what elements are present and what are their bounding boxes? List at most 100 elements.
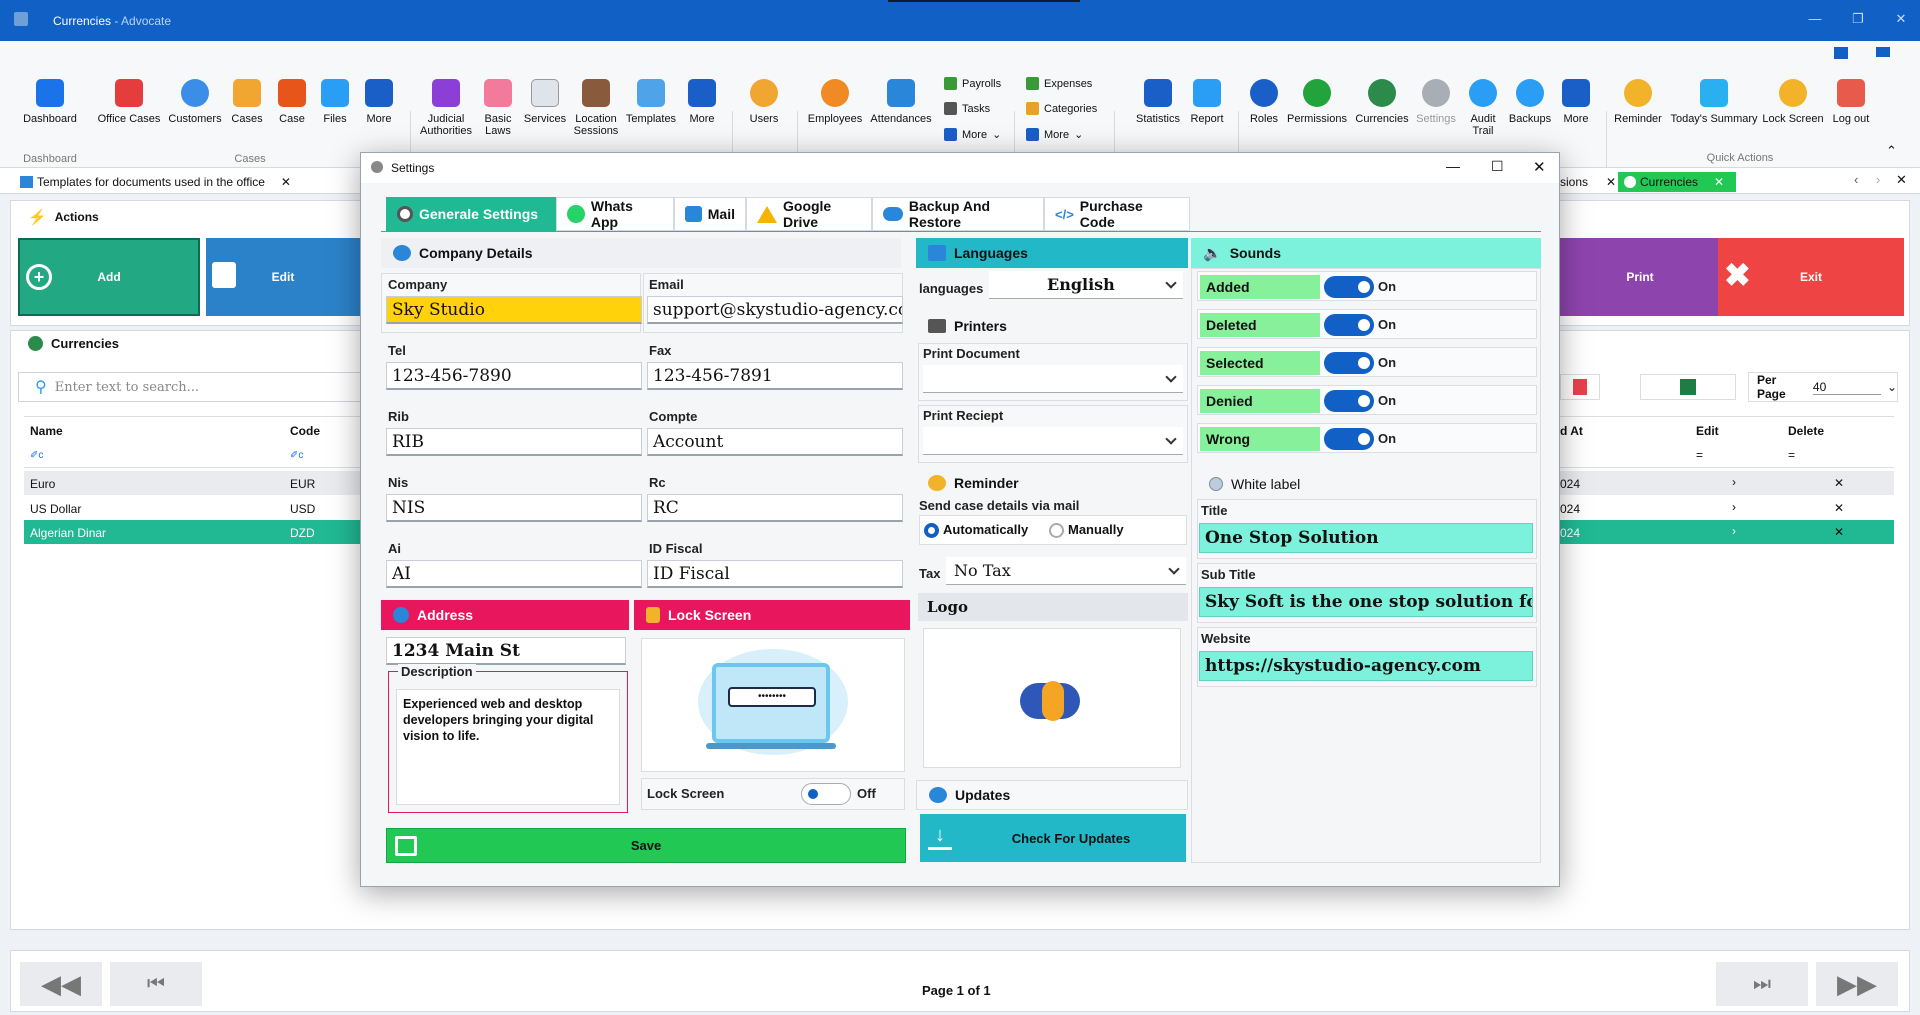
lock-screen-toggle[interactable] <box>801 783 851 805</box>
categories-button[interactable]: Categories <box>1026 102 1097 115</box>
expenses-button[interactable]: Expenses <box>1026 77 1092 90</box>
wl-title-input[interactable]: One Stop Solution <box>1199 523 1533 553</box>
column-delete[interactable]: Delete <box>1788 424 1824 438</box>
lock-screen-button[interactable]: Lock Screen <box>1762 79 1824 125</box>
case-button[interactable]: Case <box>272 79 312 125</box>
basic-laws-button[interactable]: Basic Laws <box>478 79 518 137</box>
search-input[interactable]: Enter text to search... <box>55 380 199 395</box>
close-icon[interactable]: ✕ <box>281 175 291 189</box>
maximize-icon[interactable]: ☐ <box>1491 158 1504 175</box>
tel-input[interactable]: 123-456-7890 <box>386 362 642 390</box>
address-input[interactable]: 1234 Main St <box>386 637 626 665</box>
roles-button[interactable]: Roles <box>1246 79 1282 125</box>
tab-sessions[interactable]: sions ✕ <box>1560 172 1616 192</box>
close-all-icon[interactable]: ✕ <box>1896 172 1907 188</box>
permissions-button[interactable]: Permissions <box>1286 79 1348 125</box>
exit-button[interactable]: ✖ Exit <box>1718 238 1904 316</box>
templates-button[interactable]: Templates <box>624 79 678 125</box>
radio-automatically[interactable]: Automatically <box>924 522 1028 539</box>
per-page-value[interactable]: 40 <box>1812 380 1881 395</box>
email-input[interactable]: support@skystudio-agency.com <box>647 296 903 324</box>
more-button-4[interactable]: More ⌄ <box>1026 128 1083 141</box>
logo-preview[interactable] <box>923 628 1181 768</box>
filter-equals-icon[interactable]: = <box>1788 448 1795 462</box>
filter-icon[interactable]: ✐c <box>30 450 43 461</box>
delete-row-icon[interactable]: ✕ <box>1834 476 1844 490</box>
statistics-button[interactable]: Statistics <box>1132 79 1184 125</box>
services-button[interactable]: Services <box>520 79 570 125</box>
sound-toggle[interactable] <box>1324 352 1374 374</box>
fax-input[interactable]: 123-456-7891 <box>647 362 903 390</box>
tab-mail[interactable]: Mail <box>674 197 746 231</box>
tabs-next-icon[interactable]: › <box>1876 172 1880 187</box>
judicial-button[interactable]: Judicial Authorities <box>418 79 474 137</box>
print-receipt-select[interactable] <box>923 427 1183 455</box>
edit-row-icon[interactable]: › <box>1732 524 1736 538</box>
customers-button[interactable]: Customers <box>165 79 225 125</box>
logout-button[interactable]: Log out <box>1826 79 1876 125</box>
currencies-button[interactable]: Currencies <box>1352 79 1412 125</box>
more-button-5[interactable]: More <box>1556 79 1596 125</box>
per-page-select[interactable]: Per Page 40 ⌄ <box>1748 372 1898 402</box>
sound-toggle[interactable] <box>1324 390 1374 412</box>
minimize-icon[interactable]: — <box>1800 11 1830 26</box>
audit-trail-button[interactable]: Audit Trail <box>1462 79 1504 137</box>
check-for-updates-button[interactable]: ↓ Check For Updates <box>920 814 1186 862</box>
delete-row-icon[interactable]: ✕ <box>1834 501 1844 515</box>
settings-button[interactable]: Settings <box>1414 79 1458 125</box>
attendances-button[interactable]: Attendances <box>868 79 934 125</box>
first-page-button[interactable]: ◀◀ <box>20 962 102 1006</box>
more-button-1[interactable]: More <box>360 79 398 125</box>
save-button[interactable]: Save <box>386 828 906 863</box>
compte-input[interactable]: Account <box>647 428 903 456</box>
print-document-select[interactable] <box>923 365 1183 393</box>
excel-export-button[interactable] <box>1640 374 1736 400</box>
company-input[interactable]: Sky Studio <box>386 296 642 324</box>
column-name[interactable]: Name <box>30 424 63 438</box>
tabs-prev-icon[interactable]: ‹ <box>1854 172 1858 187</box>
edit-row-icon[interactable]: › <box>1732 475 1736 489</box>
location-sessions-button[interactable]: Location Sessions <box>570 79 622 137</box>
column-code[interactable]: Code <box>290 424 320 438</box>
backups-button[interactable]: Backups <box>1506 79 1554 125</box>
rib-input[interactable]: RIB <box>386 428 642 456</box>
dashboard-button[interactable]: Dashboard <box>18 79 82 125</box>
wl-website-input[interactable]: https://skystudio-agency.com <box>1199 651 1533 681</box>
language-select[interactable]: English <box>989 271 1183 299</box>
more-button-2[interactable]: More <box>682 79 722 125</box>
last-page-button[interactable]: ▶▶ <box>1816 962 1898 1006</box>
edit-row-icon[interactable]: › <box>1732 500 1736 514</box>
users-button[interactable]: Users <box>744 79 784 125</box>
search-box[interactable]: ⚲ Enter text to search... <box>18 372 362 402</box>
tab-templates[interactable]: Templates for documents used in the offi… <box>20 172 330 192</box>
office-cases-button[interactable]: Office Cases <box>95 79 163 125</box>
tax-select[interactable]: No Tax <box>946 557 1186 585</box>
files-button[interactable]: Files <box>316 79 354 125</box>
prev-page-button[interactable]: ⏮ <box>110 962 202 1006</box>
tab-whatsapp[interactable]: Whats App <box>556 197 674 231</box>
minimize-icon[interactable]: — <box>1446 158 1460 174</box>
sound-toggle[interactable] <box>1324 428 1374 450</box>
payrolls-button[interactable]: Payrolls <box>944 77 1001 90</box>
tab-backup-restore[interactable]: Backup And Restore <box>872 197 1044 231</box>
more-button-3[interactable]: More ⌄ <box>944 128 1001 141</box>
sound-toggle[interactable] <box>1324 276 1374 298</box>
nis-input[interactable]: NIS <box>386 494 642 522</box>
restore-icon[interactable]: ❐ <box>1843 11 1873 27</box>
tab-generale-settings[interactable]: Generale Settings <box>386 197 556 231</box>
radio-manually[interactable]: Manually <box>1049 522 1124 539</box>
filter-equals-icon[interactable]: = <box>1696 448 1703 462</box>
tasks-button[interactable]: Tasks <box>944 102 990 115</box>
edit-button[interactable]: Edit <box>206 238 360 316</box>
rc-input[interactable]: RC <box>647 494 903 522</box>
todays-summary-button[interactable]: Today's Summary <box>1668 79 1760 125</box>
theme-icon[interactable] <box>1876 47 1890 57</box>
delete-row-icon[interactable]: ✕ <box>1834 525 1844 539</box>
collapse-ribbon-icon[interactable]: ⌃ <box>1886 143 1897 159</box>
filter-icon[interactable]: ✐c <box>290 450 303 461</box>
tab-currencies[interactable]: Currencies ✕ <box>1618 172 1736 192</box>
ai-input[interactable]: AI <box>386 560 642 588</box>
print-button[interactable]: Print <box>1560 238 1720 316</box>
close-icon[interactable]: ✕ <box>1606 175 1616 189</box>
cases-button[interactable]: Cases <box>227 79 267 125</box>
